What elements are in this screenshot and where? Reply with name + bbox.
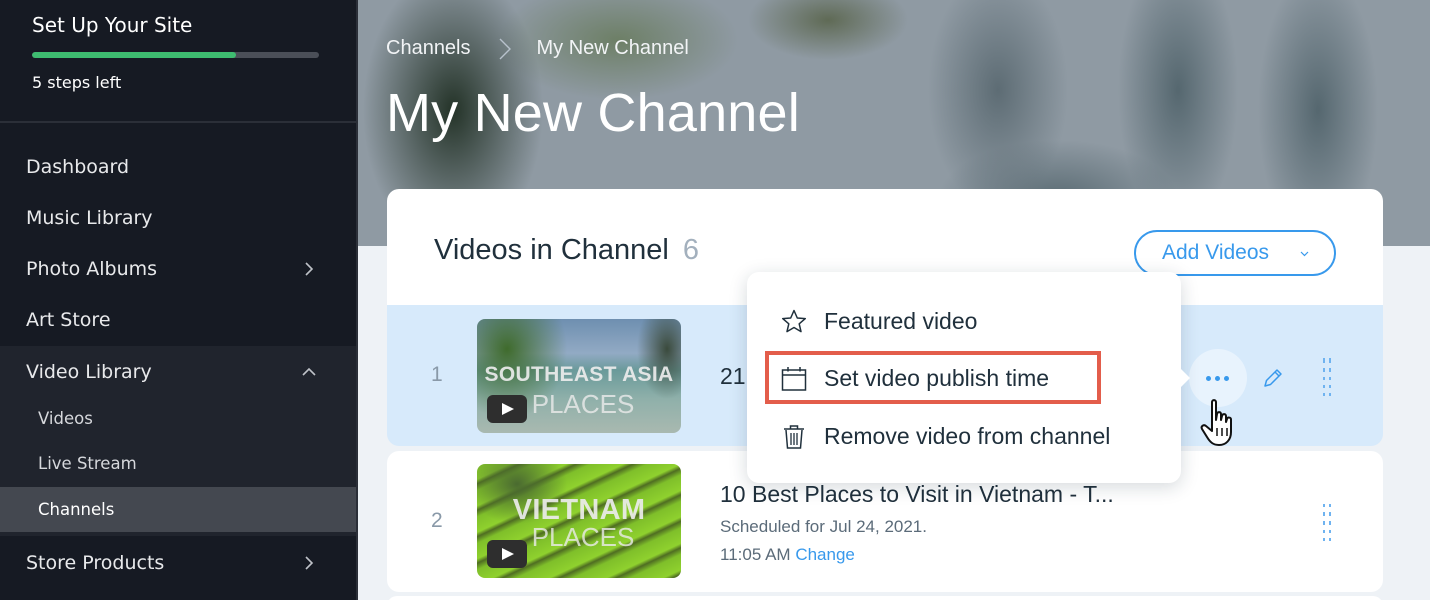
- sidebar-item-label: Store Products: [26, 551, 165, 574]
- sidebar-subitem-channels[interactable]: Channels: [0, 487, 356, 532]
- page-title: My New Channel: [386, 83, 800, 143]
- menu-item-set-publish-time[interactable]: Set video publish time: [747, 352, 1181, 404]
- sidebar-subitem-label: Live Stream: [38, 454, 137, 473]
- menu-item-featured-video[interactable]: Featured video: [747, 295, 1181, 347]
- sidebar-item-video-library[interactable]: Video Library: [0, 346, 356, 397]
- chevron-right-icon: [305, 555, 314, 570]
- card-title-label: Videos in Channel: [434, 234, 669, 266]
- video-title: 21: [720, 363, 746, 389]
- menu-item-label: Remove video from channel: [824, 422, 1111, 449]
- sidebar-subitem-label: Channels: [38, 500, 115, 519]
- video-thumbnail[interactable]: VIETNAM PLACES: [477, 464, 681, 578]
- video-title[interactable]: 10 Best Places to Visit in Vietnam - T..…: [720, 481, 1114, 508]
- dot: [1224, 376, 1229, 381]
- video-thumbnail[interactable]: SOUTHEAST ASIA PLACES: [477, 319, 681, 433]
- sidebar-subitem-videos[interactable]: Videos: [0, 396, 356, 441]
- menu-item-label: Featured video: [824, 307, 978, 334]
- sidebar-item-art-store[interactable]: Art Store: [0, 294, 356, 345]
- drag-handle-icon[interactable]: [1322, 358, 1332, 396]
- scheduled-date: Scheduled for Jul 24, 2021.: [720, 517, 927, 536]
- sidebar-subitem-label: Videos: [38, 409, 93, 428]
- breadcrumb-separator-icon: [499, 38, 511, 59]
- calendar-icon: [781, 367, 807, 391]
- chevron-up-icon: [302, 367, 316, 376]
- add-videos-button[interactable]: Add Videos: [1134, 230, 1336, 276]
- sidebar-item-store-products[interactable]: Store Products: [0, 537, 356, 588]
- sidebar-item-label: Photo Albums: [26, 257, 158, 280]
- steps-left-label: 5 steps left: [32, 73, 122, 92]
- sidebar-subitem-live-stream[interactable]: Live Stream: [0, 441, 356, 486]
- breadcrumb-current: My New Channel: [536, 37, 689, 59]
- breadcrumb: Channels My New Channel: [386, 37, 689, 60]
- scheduled-time: 11:05 AM: [720, 545, 791, 564]
- video-row[interactable]: [387, 596, 1383, 600]
- add-videos-label: Add Videos: [1162, 241, 1270, 264]
- sidebar-item-label: Video Library: [26, 360, 152, 383]
- sidebar-item-label: Dashboard: [26, 155, 130, 178]
- pencil-icon[interactable]: [1261, 366, 1285, 390]
- chevron-right-icon: [305, 261, 314, 276]
- play-icon[interactable]: [487, 540, 527, 568]
- dot: [1206, 376, 1211, 381]
- menu-item-remove-video[interactable]: Remove video from channel: [747, 410, 1181, 462]
- sidebar-divider: [0, 121, 356, 123]
- thumbnail-title: SOUTHEAST ASIA: [484, 363, 674, 386]
- setup-title: Set Up Your Site: [32, 13, 193, 37]
- star-icon: [781, 309, 807, 333]
- row-number: 1: [431, 363, 443, 386]
- change-schedule-link[interactable]: Change: [795, 545, 855, 564]
- menu-item-label: Set video publish time: [824, 364, 1050, 391]
- sidebar-item-label: Art Store: [26, 308, 111, 331]
- row-number: 2: [431, 509, 443, 532]
- sidebar-item-music-library[interactable]: Music Library: [0, 192, 356, 243]
- setup-progress-fill: [32, 52, 236, 58]
- chevron-down-icon: [1300, 251, 1309, 257]
- schedule-info: Scheduled for Jul 24, 2021. 11:05 AM Cha…: [720, 513, 927, 569]
- card-title: Videos in Channel 6: [434, 234, 699, 267]
- video-actions-menu: Featured video Set video publish time Re…: [747, 272, 1190, 483]
- trash-icon: [784, 425, 804, 449]
- video-count: 6: [682, 234, 700, 266]
- sidebar-item-dashboard[interactable]: Dashboard: [0, 141, 356, 192]
- sidebar-group-video-library: Video Library Videos Live Stream Channel…: [0, 346, 356, 536]
- play-icon[interactable]: [487, 395, 527, 423]
- sidebar: Set Up Your Site 5 steps left Dashboard …: [0, 0, 358, 600]
- dot: [1215, 376, 1220, 381]
- drag-handle-icon[interactable]: [1322, 504, 1332, 542]
- sidebar-item-label: Music Library: [26, 206, 153, 229]
- hand-pointer-cursor-icon: [1200, 399, 1232, 446]
- sidebar-item-photo-albums[interactable]: Photo Albums: [0, 243, 356, 294]
- setup-progress-bar: [32, 52, 319, 58]
- site-setup-panel[interactable]: Set Up Your Site 5 steps left: [32, 0, 322, 122]
- breadcrumb-channels-link[interactable]: Channels: [386, 37, 471, 60]
